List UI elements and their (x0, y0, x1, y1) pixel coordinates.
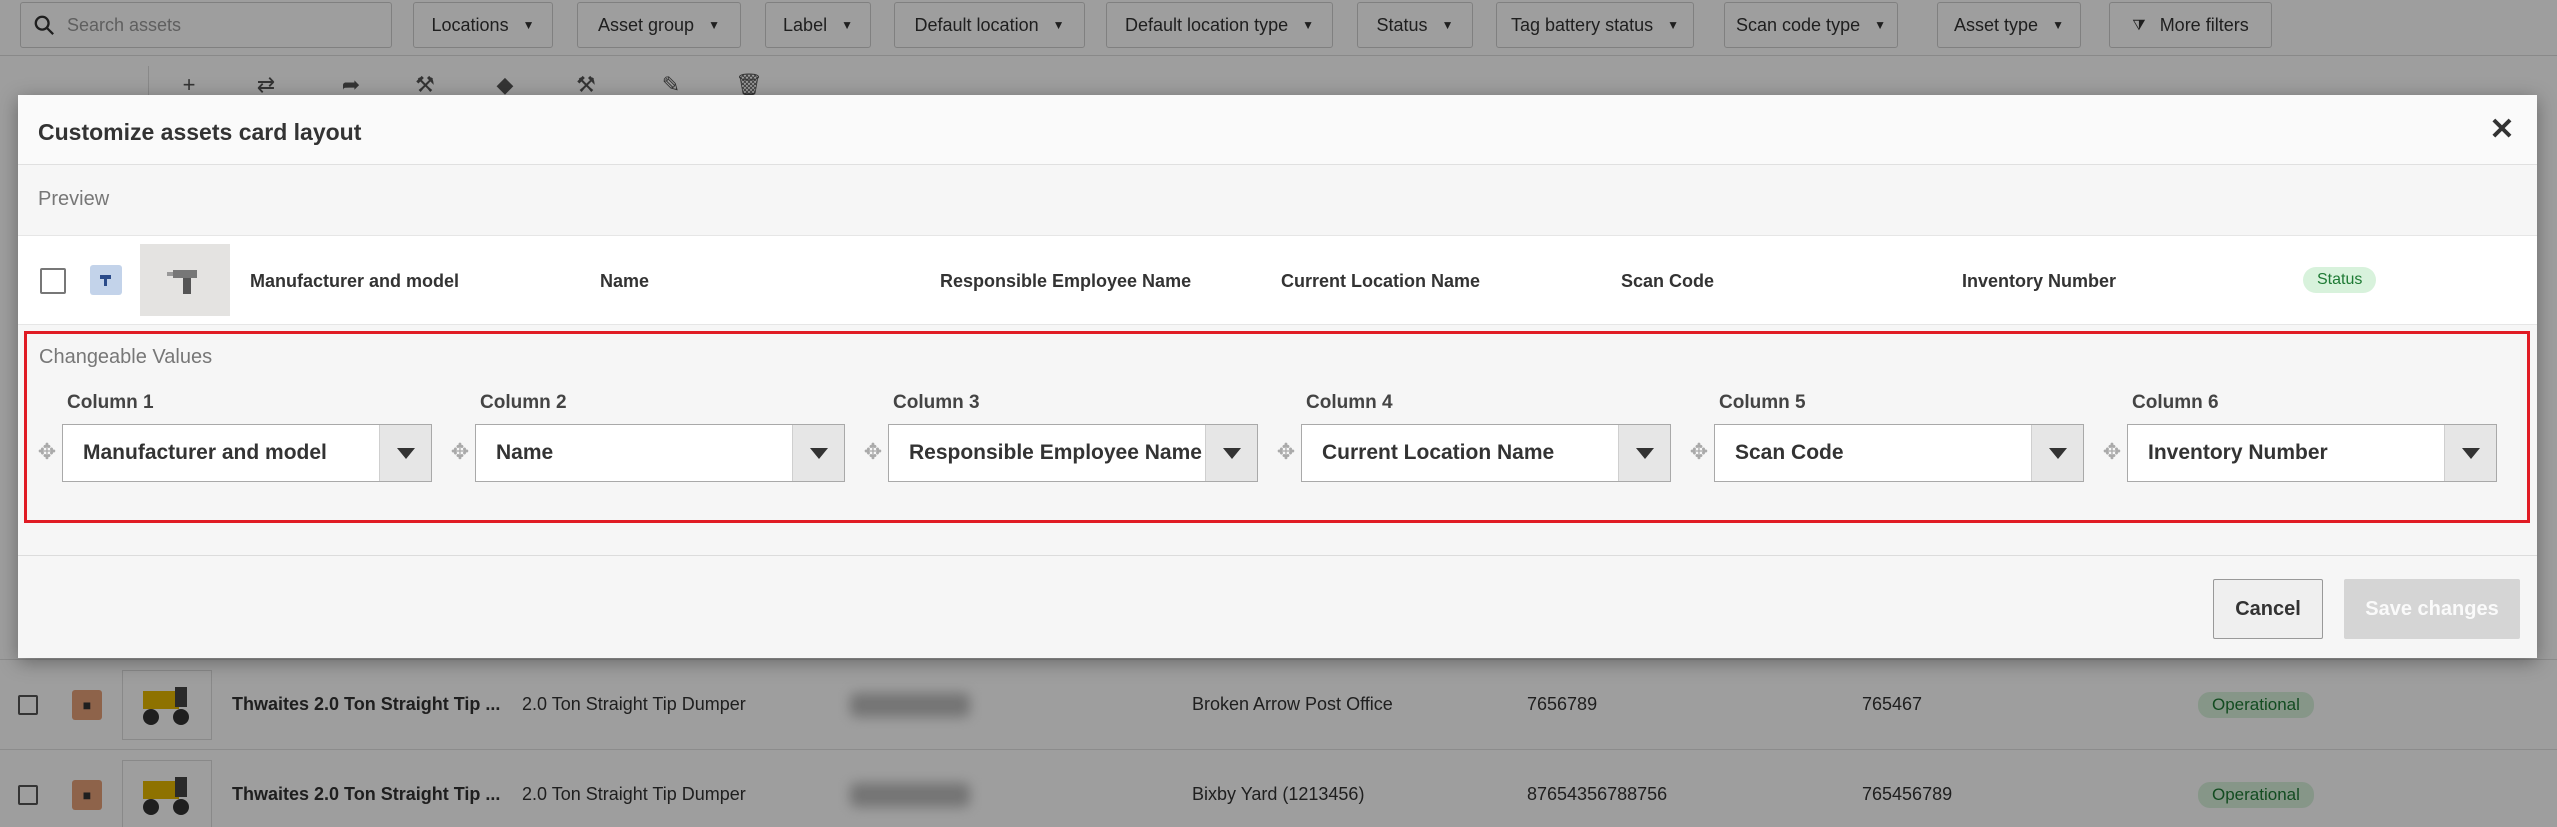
preview-column-4: Current Location Name (1281, 271, 1481, 291)
select-value: Scan Code (1735, 441, 1844, 464)
select-value: Inventory Number (2148, 441, 2328, 464)
column-label: Column 6 (2132, 392, 2219, 413)
column-3-group: Column 3 ✥ Responsible Employee Name (863, 392, 1258, 492)
preview-status-badge: Status (2303, 267, 2377, 293)
chevron-down-icon[interactable] (792, 425, 844, 481)
drag-handle-icon[interactable]: ✥ (2102, 441, 2122, 463)
column-4-select[interactable]: Current Location Name (1301, 424, 1671, 482)
column-label: Column 3 (893, 392, 980, 413)
drill-icon (90, 265, 122, 295)
cancel-button[interactable]: Cancel (2213, 579, 2323, 639)
drill-icon (167, 270, 197, 294)
select-value: Name (496, 441, 554, 464)
customize-layout-modal: Customize assets card layout ✕ Preview M… (18, 95, 2537, 658)
chevron-down-icon[interactable] (1618, 425, 1670, 481)
column-4-group: Column 4 ✥ Current Location Name (1276, 392, 1671, 492)
column-3-select[interactable]: Responsible Employee Name (888, 424, 1258, 482)
select-value: Manufacturer and model (83, 441, 327, 464)
column-label: Column 1 (67, 392, 154, 413)
drag-handle-icon[interactable]: ✥ (37, 441, 57, 463)
preview-card-row: Manufacturer and model Name Responsible … (18, 235, 2537, 325)
chevron-down-icon[interactable] (379, 425, 431, 481)
drag-handle-icon[interactable]: ✥ (450, 441, 470, 463)
column-1-select[interactable]: Manufacturer and model (62, 424, 432, 482)
modal-title: Customize assets card layout (38, 119, 362, 145)
changeable-values-section: Changeable Values Column 1 ✥ Manufacture… (24, 331, 2530, 523)
drag-handle-icon[interactable]: ✥ (1276, 441, 1296, 463)
column-6-group: Column 6 ✥ Inventory Number (2102, 392, 2497, 492)
column-6-select[interactable]: Inventory Number (2127, 424, 2497, 482)
column-label: Column 5 (1719, 392, 1806, 413)
preview-column-6: Inventory Number (1962, 271, 2117, 291)
preview-column-3: Responsible Employee Name (940, 271, 1192, 291)
save-changes-button[interactable]: Save changes (2344, 579, 2520, 639)
asset-thumbnail (140, 244, 230, 316)
preview-column-2: Name (600, 271, 650, 291)
modal-header: Customize assets card layout ✕ (18, 95, 2537, 165)
chevron-down-icon[interactable] (2031, 425, 2083, 481)
column-2-group: Column 2 ✥ Name (450, 392, 845, 492)
column-2-select[interactable]: Name (475, 424, 845, 482)
column-label: Column 4 (1306, 392, 1393, 413)
preview-label: Preview (38, 188, 110, 210)
changeable-values-label: Changeable Values (39, 346, 213, 368)
close-icon[interactable]: ✕ (2487, 115, 2517, 145)
column-1-group: Column 1 ✥ Manufacturer and model (37, 392, 432, 492)
column-label: Column 2 (480, 392, 567, 413)
column-5-group: Column 5 ✥ Scan Code (1689, 392, 2084, 492)
preview-checkbox (40, 268, 66, 294)
drag-handle-icon[interactable]: ✥ (863, 441, 883, 463)
drag-handle-icon[interactable]: ✥ (1689, 441, 1709, 463)
chevron-down-icon[interactable] (1205, 425, 1257, 481)
preview-column-5: Scan Code (1621, 271, 1715, 291)
column-5-select[interactable]: Scan Code (1714, 424, 2084, 482)
preview-column-1: Manufacturer and model (250, 271, 460, 291)
select-value: Responsible Employee Name (909, 441, 1202, 464)
chevron-down-icon[interactable] (2444, 425, 2496, 481)
select-value: Current Location Name (1322, 441, 1555, 464)
footer-divider (18, 555, 2537, 556)
